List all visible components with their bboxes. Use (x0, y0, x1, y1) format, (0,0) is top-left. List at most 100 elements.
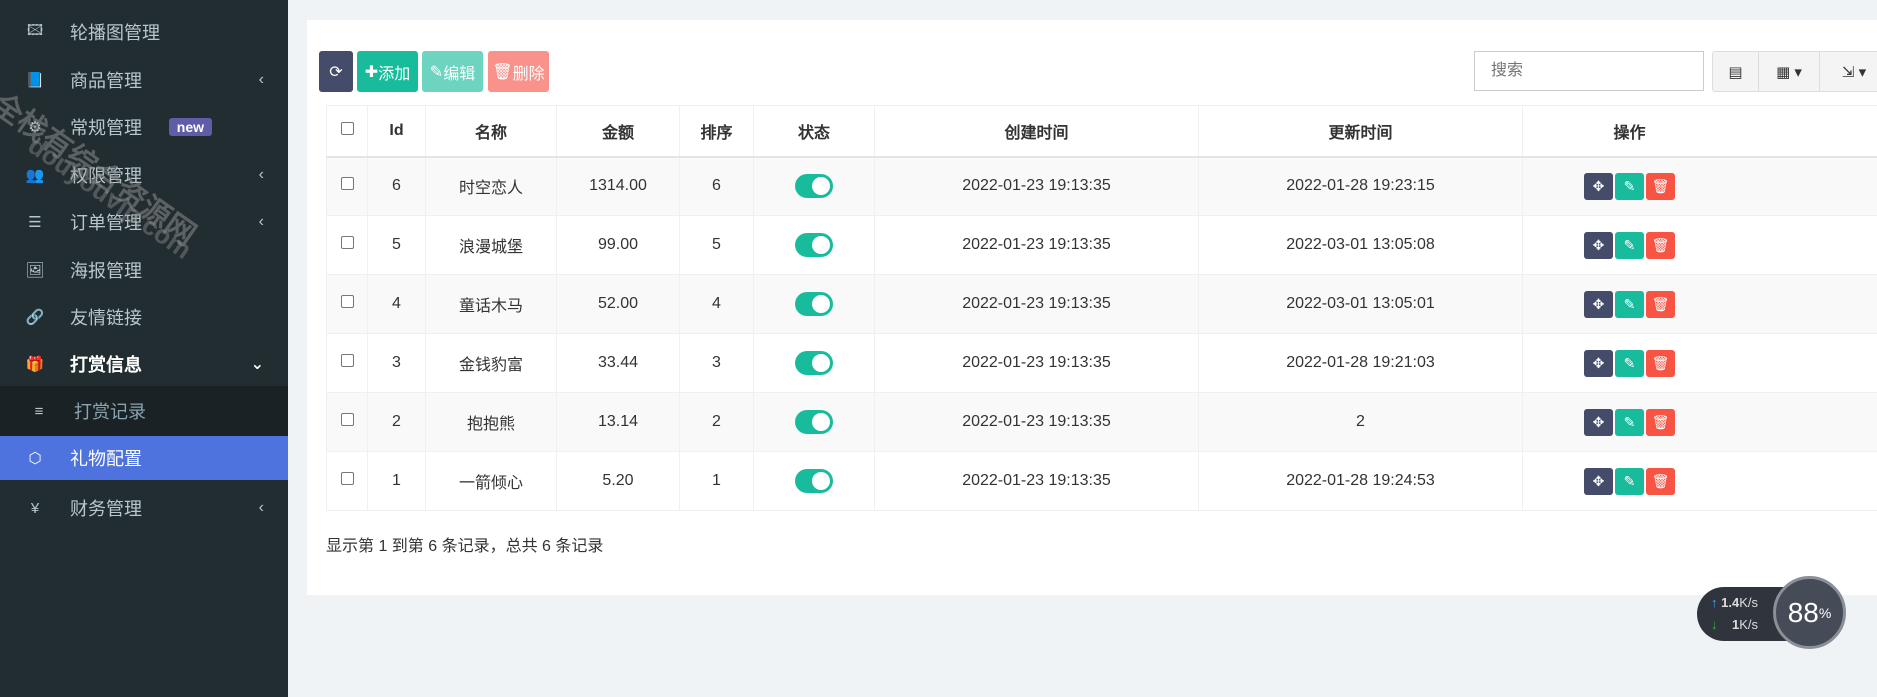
gift-icon: 🎁 (25, 356, 45, 373)
edit-button[interactable]: ✎ 编辑 (422, 51, 483, 92)
row-delete-button[interactable]: 🗑 (1646, 290, 1675, 318)
cell-created: 2022-01-23 19:13:35 (874, 451, 1199, 511)
status-toggle[interactable] (795, 410, 833, 434)
refresh-icon: ⟳ (329, 63, 343, 81)
row-checkbox[interactable] (326, 392, 368, 452)
row-delete-button[interactable]: 🗑 (1646, 172, 1675, 200)
row-edit-button[interactable]: ✎ (1615, 408, 1644, 436)
column-header[interactable]: 操作 (1522, 105, 1877, 158)
table-row: 2 抱抱熊 13.14 2 2022-01-23 19:13:35 2 ✥ ✎ 🗑 (326, 392, 1877, 452)
arrow-down-icon: ↓ (1711, 617, 1718, 632)
book-icon: 📘 (25, 72, 45, 89)
refresh-button[interactable]: ⟳ (319, 51, 353, 92)
cell-status (753, 274, 875, 334)
column-header[interactable]: 状态 (753, 105, 875, 158)
arrow-up-icon: ↑ (1711, 595, 1718, 610)
sidebar-item[interactable]: ⬡ 礼物配置 (0, 436, 288, 480)
column-header[interactable]: 金额 (556, 105, 680, 158)
cell-created: 2022-01-23 19:13:35 (874, 156, 1199, 216)
plus-icon: ✚ (364, 63, 379, 81)
row-edit-button[interactable]: ✎ (1615, 172, 1644, 200)
cell-updated: 2022-03-01 13:05:01 (1198, 274, 1523, 334)
chevron-icon: ⌄ (250, 356, 264, 373)
row-checkbox[interactable] (326, 451, 368, 511)
sidebar-item-label: 商品管理 (70, 71, 142, 91)
row-delete-button[interactable]: 🗑 (1646, 349, 1675, 377)
row-edit-button[interactable]: ✎ (1615, 231, 1644, 259)
column-header[interactable]: 创建时间 (874, 105, 1199, 158)
status-toggle[interactable] (795, 469, 833, 493)
cell-sort: 6 (679, 156, 754, 216)
bars-icon: ≡ (34, 402, 44, 420)
columns-button[interactable]: ▦ ▾ (1758, 51, 1820, 92)
delete-button[interactable]: 🗑 删除 (488, 51, 549, 92)
row-checkbox[interactable] (326, 215, 368, 275)
cell-name: 童话木马 (425, 274, 557, 334)
sidebar-item[interactable]: 🎁 打赏信息 ⌄ (0, 336, 288, 392)
picture-icon: 🖼 (25, 262, 45, 279)
status-toggle[interactable] (795, 233, 833, 257)
row-checkbox[interactable] (326, 333, 368, 393)
column-header[interactable]: 排序 (679, 105, 754, 158)
drag-sort-button[interactable]: ✥ (1584, 408, 1613, 436)
column-header[interactable]: 名称 (425, 105, 557, 158)
row-delete-button[interactable]: 🗑 (1646, 231, 1675, 259)
cell-sort: 1 (679, 451, 754, 511)
drag-sort-button[interactable]: ✥ (1584, 467, 1613, 495)
drag-sort-button[interactable]: ✥ (1584, 290, 1613, 318)
cell-updated: 2 (1198, 392, 1523, 452)
chevron-icon: ‹ (258, 499, 264, 516)
pagination-info: 显示第 1 到第 6 条记录，总共 6 条记录 (326, 538, 604, 555)
row-edit-button[interactable]: ✎ (1615, 467, 1644, 495)
column-header[interactable]: Id (367, 105, 426, 158)
status-toggle[interactable] (795, 174, 833, 199)
list-icon: ☰ (28, 214, 42, 231)
select-all-checkbox[interactable] (326, 105, 368, 158)
cpu-gauge[interactable]: 88% (1773, 576, 1846, 649)
chevron-icon: ‹ (258, 166, 264, 183)
toggle-view-button[interactable]: ▤ (1712, 51, 1759, 92)
add-button[interactable]: ✚ 添加 (357, 51, 418, 92)
row-edit-button[interactable]: ✎ (1615, 349, 1644, 377)
cell-amount: 33.44 (556, 333, 680, 393)
status-toggle[interactable] (795, 351, 833, 375)
row-delete-button[interactable]: 🗑 (1646, 408, 1675, 436)
cell-name: 时空恋人 (425, 156, 557, 216)
row-delete-button[interactable]: 🗑 (1646, 467, 1675, 495)
cell-status (753, 333, 875, 393)
cell-actions: ✥ ✎ 🗑 (1522, 451, 1877, 511)
cell-updated: 2022-01-28 19:23:15 (1198, 156, 1523, 216)
drag-sort-button[interactable]: ✥ (1584, 172, 1613, 200)
cell-sort: 2 (679, 392, 754, 452)
drag-sort-button[interactable]: ✥ (1584, 349, 1613, 377)
sidebar-item[interactable]: ≡ 打赏记录 (0, 386, 288, 436)
row-checkbox[interactable] (326, 274, 368, 334)
cell-name: 金钱豹富 (425, 333, 557, 393)
image-icon: 🖾 (26, 21, 44, 39)
cell-created: 2022-01-23 19:13:35 (874, 274, 1199, 334)
cube-icon: ⬡ (28, 450, 42, 467)
yen-icon: ¥ (30, 499, 40, 517)
row-checkbox[interactable] (326, 156, 368, 216)
chevron-icon: ‹ (258, 71, 264, 88)
new-badge: new (168, 118, 212, 136)
status-toggle[interactable] (795, 292, 833, 316)
cell-created: 2022-01-23 19:13:35 (874, 333, 1199, 393)
export-icon: ⇲ ▾ (1841, 63, 1867, 81)
cell-id: 2 (367, 392, 426, 452)
trash-icon: 🗑 (492, 63, 513, 81)
drag-sort-button[interactable]: ✥ (1584, 231, 1613, 259)
cell-actions: ✥ ✎ 🗑 (1522, 215, 1877, 275)
export-button[interactable]: ⇲ ▾ (1819, 51, 1877, 92)
cell-name: 抱抱熊 (425, 392, 557, 452)
search-input[interactable] (1474, 51, 1704, 91)
table-row: 3 金钱豹富 33.44 3 2022-01-23 19:13:35 2022-… (326, 333, 1877, 393)
cell-name: 一箭倾心 (425, 451, 557, 511)
link-icon: 🔗 (25, 309, 45, 326)
cell-status (753, 392, 875, 452)
row-edit-button[interactable]: ✎ (1615, 290, 1644, 318)
cell-status (753, 156, 875, 216)
column-header[interactable]: 更新时间 (1198, 105, 1523, 158)
sidebar-item[interactable]: ¥ 财务管理 ‹ (0, 480, 288, 536)
sidebar-item-label: 打赏信息 (70, 355, 142, 375)
